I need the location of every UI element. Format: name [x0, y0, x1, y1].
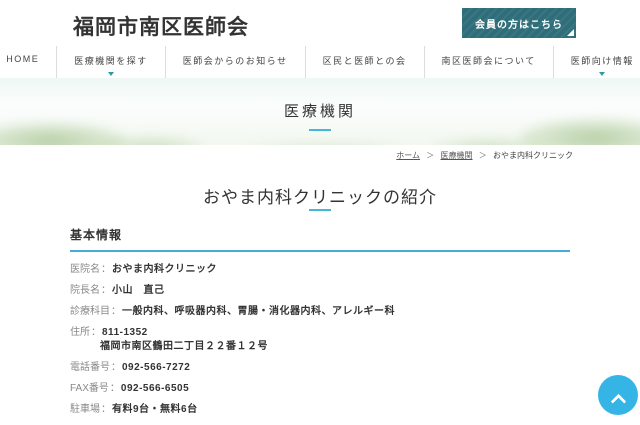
- breadcrumb-separator: ＞: [478, 151, 487, 160]
- row-label: 住所: [70, 327, 90, 338]
- row-value: 小山 直己: [112, 285, 165, 296]
- hero-title-underline: [309, 129, 331, 131]
- info-row-departments: 診療科目：一般内科、呼吸器内科、胃腸・消化器内科、アレルギー科: [70, 306, 570, 317]
- chevron-down-icon: [599, 72, 606, 76]
- address-line: 福岡市南区鶴田二丁目２２番１２号: [100, 341, 268, 352]
- phone-number: 092-566-7272: [122, 362, 191, 373]
- info-row-parking: 駐車場：有料9台・無料6台: [70, 404, 570, 415]
- page-title-underline: [309, 209, 331, 211]
- label-separator: ：: [111, 306, 121, 317]
- label-separator: ：: [109, 383, 120, 394]
- info-row-fax: FAX番号：092-566-6505: [70, 383, 570, 394]
- label-separator: ：: [101, 285, 111, 296]
- info-row-director: 院長名：小山 直己: [70, 285, 570, 296]
- nav-item-about-association[interactable]: 南区医師会について: [423, 46, 553, 78]
- row-value: 有料9台・無料6台: [112, 404, 198, 415]
- label-separator: ：: [111, 362, 121, 373]
- row-value: おやま内科クリニック: [112, 264, 217, 275]
- corner-fold-icon: [567, 29, 574, 36]
- basic-info-list: 医院名：おやま内科クリニック 院長名：小山 直己 診療科目：一般内科、呼吸器内科…: [70, 264, 570, 415]
- row-label: 診療科目: [70, 306, 110, 317]
- breadcrumb-link-home[interactable]: ホーム: [396, 151, 420, 160]
- member-login-label: 会員の方はこちら: [475, 19, 563, 31]
- label-separator: ：: [91, 327, 101, 338]
- chevron-up-icon: [610, 393, 626, 410]
- nav-item-find-medical[interactable]: 医療機関を探す: [56, 46, 165, 78]
- main-nav: HOME 医療機関を探す 医師会からのお知らせ 区民と医師との会 南区医師会につ…: [0, 46, 640, 78]
- row-label: 院長名: [70, 285, 100, 296]
- breadcrumb-separator: ＞: [426, 151, 435, 160]
- nav-label: 南区医師会について: [441, 56, 536, 66]
- info-row-phone: 電話番号：092-566-7272: [70, 362, 570, 373]
- member-login-button[interactable]: 会員の方はこちら: [462, 8, 576, 38]
- site-header: 福岡市南区医師会 会員の方はこちら: [0, 0, 640, 46]
- site-title: 福岡市南区医師会: [73, 16, 249, 39]
- fax-number: 092-566-6505: [120, 383, 190, 394]
- hero-title: 医療機関: [283, 103, 356, 120]
- breadcrumb: ホーム ＞ 医療機関 ＞ おやま内科クリニック: [396, 150, 573, 161]
- postal-code: 811-1352: [102, 327, 148, 338]
- hero-banner: 医療機関: [0, 77, 640, 145]
- row-value: 一般内科、呼吸器内科、胃腸・消化器内科、アレルギー科: [122, 306, 395, 317]
- row-label: 電話番号: [70, 362, 110, 373]
- nav-label: 医師向け情報: [570, 56, 634, 66]
- nav-item-doctor-info[interactable]: 医師向け情報: [552, 46, 640, 78]
- nav-item-association-news[interactable]: 医師会からのお知らせ: [164, 46, 305, 78]
- page-title: おやま内科クリニックの紹介: [203, 188, 437, 207]
- label-separator: ：: [101, 264, 111, 275]
- label-separator: ：: [101, 404, 111, 415]
- nav-label: 区民と医師との会: [322, 56, 407, 66]
- row-label: 医院名: [70, 264, 100, 275]
- tree-image: [520, 119, 640, 145]
- tree-image: [240, 141, 410, 145]
- nav-item-home[interactable]: HOME: [0, 46, 56, 78]
- breadcrumb-current: おやま内科クリニック: [493, 151, 573, 160]
- basic-info-heading: 基本情報: [70, 226, 570, 252]
- nav-item-residents-doctors[interactable]: 区民と医師との会: [304, 46, 424, 78]
- clinic-detail-content: 基本情報 医院名：おやま内科クリニック 院長名：小山 直己 診療科目：一般内科、…: [70, 226, 570, 425]
- info-row-clinic-name: 医院名：おやま内科クリニック: [70, 264, 570, 275]
- breadcrumb-link-medical[interactable]: 医療機関: [441, 151, 473, 160]
- nav-label: 医師会からのお知らせ: [182, 56, 288, 66]
- row-label: FAX番号: [70, 383, 109, 394]
- scroll-to-top-button[interactable]: [598, 375, 638, 415]
- nav-label: HOME: [6, 54, 40, 64]
- chevron-down-icon: [108, 72, 114, 76]
- nav-label: 医療機関を探す: [74, 56, 148, 66]
- info-row-address: 住所：811-1352 福岡市南区鶴田二丁目２２番１２号: [70, 327, 570, 352]
- row-label: 駐車場: [70, 404, 100, 415]
